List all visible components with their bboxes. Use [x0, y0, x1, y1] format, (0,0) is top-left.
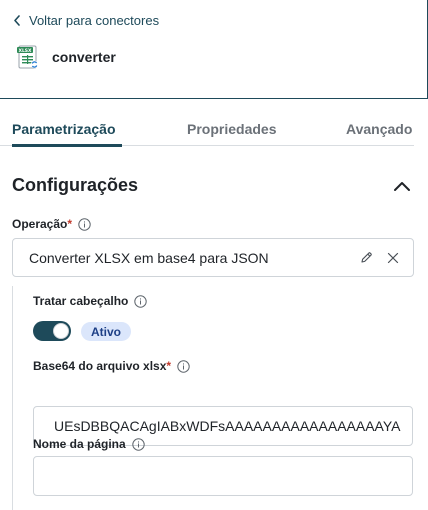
operation-actions — [360, 251, 399, 264]
page-name-label: Nome da página — [33, 437, 145, 451]
info-icon[interactable] — [131, 437, 145, 451]
operation-value: Converter XLSX em base4 para JSON — [29, 249, 269, 266]
required-marker: * — [67, 217, 73, 231]
nested-group-line — [12, 286, 13, 510]
back-link-label: Voltar para conectores — [29, 13, 160, 28]
operation-label-text: Operação — [12, 217, 68, 231]
connector-header: Voltar para conectores XLSX converter — [0, 0, 428, 99]
clear-operation-button[interactable] — [387, 252, 399, 264]
chevron-up-icon — [394, 182, 410, 191]
close-icon — [387, 252, 399, 263]
header-toggle-label-text: Tratar cabeçalho — [33, 294, 129, 308]
active-tab-indicator — [12, 144, 122, 147]
section-title: Configurações — [12, 175, 139, 195]
connector-title: converter — [52, 49, 116, 65]
header-toggle-switch[interactable] — [33, 321, 71, 341]
tab-avancado[interactable]: Avançado — [346, 121, 412, 137]
tab-propriedades[interactable]: Propriedades — [187, 121, 276, 137]
operation-label: Operação* — [12, 217, 91, 231]
operation-select[interactable]: Converter XLSX em base4 para JSON — [12, 238, 414, 277]
connector-identity: XLSX converter — [16, 44, 116, 70]
info-icon[interactable] — [177, 359, 190, 373]
pencil-icon — [361, 252, 372, 263]
page-name-input[interactable] — [33, 456, 413, 496]
xlsx-icon-badge: XLSX — [18, 48, 32, 54]
base64-label-text: Base64 do arquivo xlsx — [33, 359, 167, 373]
chevron-left-icon — [14, 15, 20, 26]
back-to-connectors-link[interactable]: Voltar para conectores — [13, 13, 159, 28]
edit-operation-button[interactable] — [360, 251, 373, 264]
info-icon[interactable] — [78, 217, 91, 231]
info-icon[interactable] — [134, 294, 148, 308]
tab-parametrizacao[interactable]: Parametrização — [12, 121, 116, 137]
base64-label: Base64 do arquivo xlsx* — [33, 359, 190, 373]
base64-value: UEsDBBQACAgIABxWDFsAAAAAAAAAAAAAAAAAYA — [54, 418, 401, 434]
page-name-label-text: Nome da página — [33, 437, 126, 451]
toggle-knob — [53, 323, 69, 339]
status-badge: Ativo — [81, 322, 131, 341]
collapse-section-button[interactable] — [392, 178, 412, 194]
required-marker: * — [166, 359, 172, 373]
header-toggle-label: Tratar cabeçalho — [33, 294, 148, 308]
xlsx-file-icon: XLSX — [17, 45, 39, 69]
